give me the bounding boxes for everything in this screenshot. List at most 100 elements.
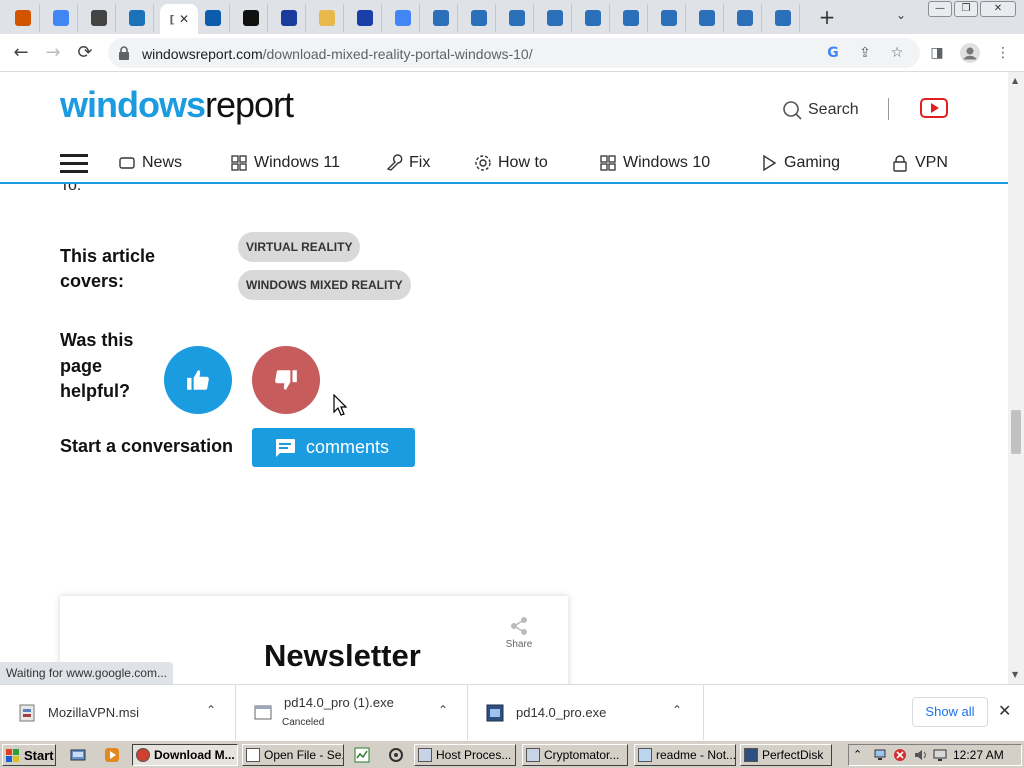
taskbar-clock[interactable]: 12:27 AM: [953, 748, 1004, 762]
browser-tab[interactable]: [462, 4, 496, 32]
taskbar-button[interactable]: PerfectDisk: [740, 744, 832, 766]
chevron-up-icon[interactable]: ⌃: [672, 703, 682, 717]
tag-windows-mixed-reality[interactable]: WINDOWS MIXED REALITY: [238, 270, 411, 300]
scrollbar-thumb[interactable]: [1011, 410, 1021, 454]
thumbs-up-button[interactable]: [164, 346, 232, 414]
browser-tab[interactable]: [576, 4, 610, 32]
chat-icon: [276, 438, 295, 457]
address-bar[interactable]: windowsreport.com/download-mixed-reality…: [108, 38, 920, 68]
start-button[interactable]: Start: [2, 744, 56, 766]
lock-icon[interactable]: [118, 45, 130, 61]
tab-strip: [✕ + ⌄ — ❐ ✕: [0, 0, 1024, 34]
start-label: Start: [24, 747, 54, 763]
windowsreport-favicon-icon: [736, 10, 753, 26]
tab-close-icon[interactable]: ✕: [179, 12, 189, 26]
windows-icon: [600, 155, 616, 171]
comments-button[interactable]: comments: [252, 428, 415, 467]
nav-item-how-to[interactable]: How to: [474, 154, 548, 172]
scroll-up-icon[interactable]: ▲: [1012, 76, 1018, 85]
forward-button[interactable]: →: [42, 42, 64, 64]
browser-tab[interactable]: [652, 4, 686, 32]
hamburger-menu-icon[interactable]: [60, 154, 88, 174]
side-panel-icon[interactable]: ◨: [928, 44, 946, 62]
security-alert-icon[interactable]: [893, 748, 907, 762]
nav-item-label: Gaming: [784, 154, 841, 171]
windowsreport-favicon-icon: [470, 10, 487, 26]
tray-expand-icon[interactable]: ⌃: [853, 748, 867, 762]
stop-loading-button[interactable]: ⟳: [74, 42, 96, 64]
close-download-shelf-icon[interactable]: ✕: [998, 701, 1011, 720]
windowsreport-favicon-icon: [: [169, 12, 175, 26]
nav-item-vpn[interactable]: VPN: [891, 154, 948, 172]
bookmark-star-icon[interactable]: ☆: [888, 44, 906, 62]
share-button[interactable]: Share: [504, 616, 534, 650]
header-search[interactable]: Search: [782, 100, 859, 120]
browser-tab[interactable]: [500, 4, 534, 32]
taskbar-button[interactable]: Cryptomator...: [522, 744, 628, 766]
scroll-down-icon[interactable]: ▼: [1012, 670, 1018, 679]
share-icon[interactable]: ⇪: [856, 44, 874, 62]
browser-tab-active[interactable]: [✕: [160, 4, 198, 34]
browser-tab[interactable]: [386, 4, 420, 32]
browser-tab[interactable]: [120, 4, 154, 32]
browser-tab[interactable]: [728, 4, 762, 32]
page-scrollbar[interactable]: ▲ ▼: [1008, 72, 1024, 684]
browser-tab[interactable]: [234, 4, 268, 32]
taskbar-button-label: readme - Not...: [656, 748, 736, 762]
browser-tab[interactable]: [310, 4, 344, 32]
media-player-icon[interactable]: [104, 747, 120, 763]
close-window-button[interactable]: ✕: [980, 1, 1016, 17]
show-desktop-icon[interactable]: [70, 747, 86, 763]
maximize-button[interactable]: ❐: [954, 1, 978, 17]
network-icon[interactable]: [873, 748, 887, 762]
browser-tab[interactable]: [424, 4, 458, 32]
minimize-button[interactable]: —: [928, 1, 952, 17]
cpu-monitor-icon[interactable]: [354, 747, 370, 763]
taskbar-button[interactable]: readme - Not...: [634, 744, 736, 766]
google-lens-icon[interactable]: G: [824, 44, 842, 62]
volume-icon[interactable]: [913, 748, 927, 762]
browser-tab[interactable]: [614, 4, 648, 32]
nav-item-gaming[interactable]: Gaming: [760, 154, 840, 172]
nav-item-windows-10[interactable]: Windows 10: [599, 154, 710, 172]
windowsreport-logo[interactable]: windowsreport: [60, 84, 294, 126]
gear-favicon-icon: [242, 10, 259, 26]
download-item[interactable]: MozillaVPN.msi ⌃: [0, 685, 236, 741]
nav-item-windows-11[interactable]: Windows 11: [230, 154, 340, 172]
browser-tab[interactable]: [82, 4, 116, 32]
show-all-downloads-button[interactable]: Show all: [912, 697, 988, 727]
tab-search-button[interactable]: ⌄: [896, 8, 906, 22]
system-tool-icon[interactable]: [388, 747, 404, 763]
browser-tab[interactable]: [6, 4, 40, 32]
cloud-favicon-icon: [318, 10, 335, 26]
download-status: Canceled: [282, 717, 325, 728]
download-item[interactable]: pd14.0_pro.exe ⌃: [468, 685, 704, 741]
windowsreport-favicon-icon: [432, 10, 449, 26]
download-item[interactable]: pd14.0_pro (1).exe Canceled ⌃: [236, 685, 468, 741]
taskbar-button[interactable]: Open File - Se...: [242, 744, 344, 766]
back-button[interactable]: ←: [10, 42, 32, 64]
thumbs-down-button[interactable]: [252, 346, 320, 414]
browser-tab[interactable]: [348, 4, 382, 32]
taskbar-button[interactable]: Host Proces...: [414, 744, 516, 766]
browser-tab[interactable]: [538, 4, 572, 32]
browser-tab[interactable]: [766, 4, 800, 32]
browser-tab[interactable]: [690, 4, 724, 32]
browser-tab[interactable]: [272, 4, 306, 32]
nav-item-fix[interactable]: Fix: [385, 154, 430, 172]
url-text[interactable]: windowsreport.com/download-mixed-reality…: [142, 46, 533, 62]
newsletter-title: Newsletter: [264, 638, 421, 673]
google-favicon-icon: [394, 10, 411, 26]
chevron-up-icon[interactable]: ⌃: [438, 703, 448, 717]
browser-tab[interactable]: [196, 4, 230, 32]
nav-item-news[interactable]: News: [118, 154, 182, 172]
new-tab-button[interactable]: +: [816, 6, 838, 28]
tag-virtual-reality[interactable]: VIRTUAL REALITY: [238, 232, 361, 262]
browser-menu-icon[interactable]: ⋮: [994, 44, 1012, 62]
taskbar-button[interactable]: Download M...: [132, 744, 238, 766]
chevron-up-icon[interactable]: ⌃: [206, 703, 216, 717]
youtube-icon[interactable]: [920, 98, 948, 118]
browser-tab[interactable]: [44, 4, 78, 32]
profile-avatar-icon[interactable]: [960, 43, 980, 63]
monitor-icon[interactable]: [933, 748, 947, 762]
